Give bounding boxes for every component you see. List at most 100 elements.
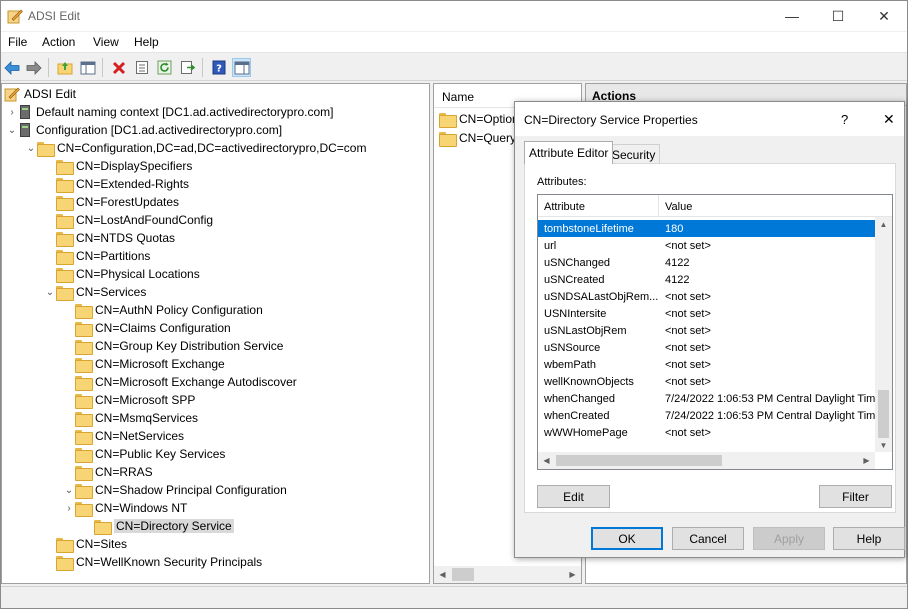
scroll-thumb[interactable] xyxy=(452,568,474,581)
tree-node[interactable]: › Default naming context [DC1.ad.activedi… xyxy=(6,103,333,121)
list-item[interactable]: CN=Option xyxy=(439,110,519,128)
attribute-row[interactable]: wellKnownObjects <not set> xyxy=(538,373,875,390)
collapse-chevron-icon[interactable]: ⌄ xyxy=(44,283,56,301)
folder-icon xyxy=(56,285,74,301)
attribute-row[interactable]: wbemPath <not set> xyxy=(538,356,875,373)
tree-root[interactable]: ADSI Edit xyxy=(4,85,76,103)
collapse-chevron-icon[interactable]: ⌄ xyxy=(6,121,18,139)
attribute-row[interactable]: uSNCreated 4122 xyxy=(538,271,875,288)
list-item[interactable]: CN=Query xyxy=(439,129,516,147)
attribute-column-header[interactable]: Attribute xyxy=(544,201,585,213)
maximize-button[interactable]: ☐ xyxy=(815,1,861,31)
filter-button[interactable]: Filter xyxy=(819,485,892,508)
tree-node-label: CN=Physical Locations xyxy=(76,267,200,281)
tree-node[interactable]: CN=RRAS xyxy=(63,463,153,481)
tree-node[interactable]: CN=Microsoft SPP xyxy=(63,391,195,409)
attribute-row[interactable]: whenChanged 7/24/2022 1:06:53 PM Central … xyxy=(538,390,875,407)
attributes-list[interactable]: Attribute Value tombstoneLifetime 180 url <… xyxy=(537,194,893,470)
up-one-level-button[interactable] xyxy=(55,58,74,77)
tree-node[interactable]: CN=NetServices xyxy=(63,427,184,445)
refresh-button[interactable] xyxy=(155,58,174,77)
dialog-help-icon[interactable]: ? xyxy=(841,112,848,127)
tree-node[interactable]: CN=Partitions xyxy=(44,247,150,265)
horizontal-scroll-thumb[interactable] xyxy=(556,455,722,466)
tree-node[interactable]: CN=Microsoft Exchange xyxy=(63,355,225,373)
tree-node[interactable]: CN=Extended-Rights xyxy=(44,175,189,193)
attribute-row[interactable]: wWWHomePage <not set> xyxy=(538,424,875,441)
tree-node-label: CN=NetServices xyxy=(95,429,185,443)
tree-node[interactable]: › CN=Windows NT xyxy=(63,499,187,517)
tree-node[interactable]: CN=Directory Service xyxy=(82,517,234,535)
properties-button[interactable] xyxy=(132,58,151,77)
scroll-up-icon[interactable]: ▲ xyxy=(875,217,892,231)
tree-node[interactable]: CN=Claims Configuration xyxy=(63,319,231,337)
back-button[interactable] xyxy=(2,58,21,77)
help-button[interactable]: ? xyxy=(209,58,228,77)
delete-button[interactable] xyxy=(109,58,128,77)
console-tree-pane[interactable]: ADSI Edit › Default naming context [DC1.a… xyxy=(1,83,430,584)
attribute-row[interactable]: USNIntersite <not set> xyxy=(538,305,875,322)
tree-node[interactable]: CN=Physical Locations xyxy=(44,265,200,283)
expand-chevron-icon[interactable]: › xyxy=(6,103,18,121)
export-list-button[interactable] xyxy=(178,58,197,77)
tab-security[interactable]: Security xyxy=(607,144,661,164)
attribute-row[interactable]: url <not set> xyxy=(538,237,875,254)
vertical-scroll-thumb[interactable] xyxy=(878,390,889,438)
menu-file[interactable]: File xyxy=(8,35,27,49)
cancel-button[interactable]: Cancel xyxy=(672,527,744,550)
dialog-title-bar[interactable]: CN=Directory Service Properties ? ✕ xyxy=(515,102,904,136)
menu-help[interactable]: Help xyxy=(134,35,159,49)
folder-icon xyxy=(75,357,93,373)
attribute-row[interactable]: tombstoneLifetime 180 xyxy=(538,220,875,237)
apply-button[interactable]: Apply xyxy=(753,527,825,550)
tree-node[interactable]: CN=WellKnown Security Principals xyxy=(44,553,262,571)
scroll-right-icon[interactable]: ▶ xyxy=(564,566,581,583)
attribute-row[interactable]: whenCreated 7/24/2022 1:06:53 PM Central … xyxy=(538,407,875,424)
menu-action[interactable]: Action xyxy=(42,35,75,49)
tree-node[interactable]: ⌄ CN=Services xyxy=(44,283,146,301)
forward-button[interactable] xyxy=(24,58,43,77)
dialog-help-button[interactable]: Help xyxy=(833,527,905,550)
collapse-chevron-icon[interactable]: ⌄ xyxy=(63,481,75,499)
scroll-left-icon[interactable]: ◀ xyxy=(538,452,555,469)
scroll-left-icon[interactable]: ◀ xyxy=(434,566,451,583)
ok-button[interactable]: OK xyxy=(591,527,663,550)
tree-node[interactable]: CN=Microsoft Exchange Autodiscover xyxy=(63,373,297,391)
tree-node[interactable]: ⌄ CN=Configuration,DC=ad,DC=activedirecto… xyxy=(25,139,366,157)
tree-node[interactable]: CN=Group Key Distribution Service xyxy=(63,337,283,355)
tree-node[interactable]: CN=LostAndFoundConfig xyxy=(44,211,213,229)
tree-node[interactable]: CN=NTDS Quotas xyxy=(44,229,175,247)
tree-node[interactable]: CN=MsmqServices xyxy=(63,409,198,427)
attributes-vertical-scrollbar[interactable]: ▲ ▼ xyxy=(875,217,892,452)
tree-node[interactable]: ⌄ Configuration [DC1.ad.activedirectorypr… xyxy=(6,121,282,139)
show-hide-action-pane-button[interactable] xyxy=(232,58,251,77)
tab-attribute-editor[interactable]: Attribute Editor xyxy=(524,141,614,164)
attribute-row[interactable]: uSNLastObjRem <not set> xyxy=(538,322,875,339)
edit-button[interactable]: Edit xyxy=(537,485,610,508)
minimize-button[interactable]: — xyxy=(769,1,815,31)
menu-view[interactable]: View xyxy=(93,35,119,49)
folder-icon xyxy=(56,249,74,265)
value-column-header[interactable]: Value xyxy=(665,201,692,213)
show-hide-console-tree-button[interactable] xyxy=(78,58,97,77)
attribute-value: 4122 xyxy=(665,273,690,286)
tree-node[interactable]: CN=Sites xyxy=(44,535,127,553)
title-bar[interactable]: ADSI Edit — ☐ ✕ xyxy=(1,1,907,31)
attributes-horizontal-scrollbar[interactable]: ◀ ▶ xyxy=(538,452,875,469)
attribute-row[interactable]: uSNChanged 4122 xyxy=(538,254,875,271)
scroll-down-icon[interactable]: ▼ xyxy=(875,438,892,452)
attribute-row[interactable]: uSNDSALastObjRem... <not set> xyxy=(538,288,875,305)
collapse-chevron-icon[interactable]: ⌄ xyxy=(25,139,37,157)
tree-node[interactable]: CN=Public Key Services xyxy=(63,445,225,463)
expand-chevron-icon[interactable]: › xyxy=(63,499,75,517)
scroll-right-icon[interactable]: ▶ xyxy=(858,452,875,469)
close-button[interactable]: ✕ xyxy=(861,1,907,31)
dialog-close-icon[interactable]: ✕ xyxy=(883,111,895,128)
tree-node[interactable]: CN=DisplaySpecifiers xyxy=(44,157,192,175)
results-horizontal-scrollbar[interactable]: ◀ ▶ xyxy=(434,566,581,583)
attribute-row[interactable]: uSNSource <not set> xyxy=(538,339,875,356)
tree-node[interactable]: CN=ForestUpdates xyxy=(44,193,179,211)
tree-node[interactable]: ⌄ CN=Shadow Principal Configuration xyxy=(63,481,287,499)
tree-node[interactable]: CN=AuthN Policy Configuration xyxy=(63,301,263,319)
column-divider[interactable] xyxy=(658,195,659,217)
